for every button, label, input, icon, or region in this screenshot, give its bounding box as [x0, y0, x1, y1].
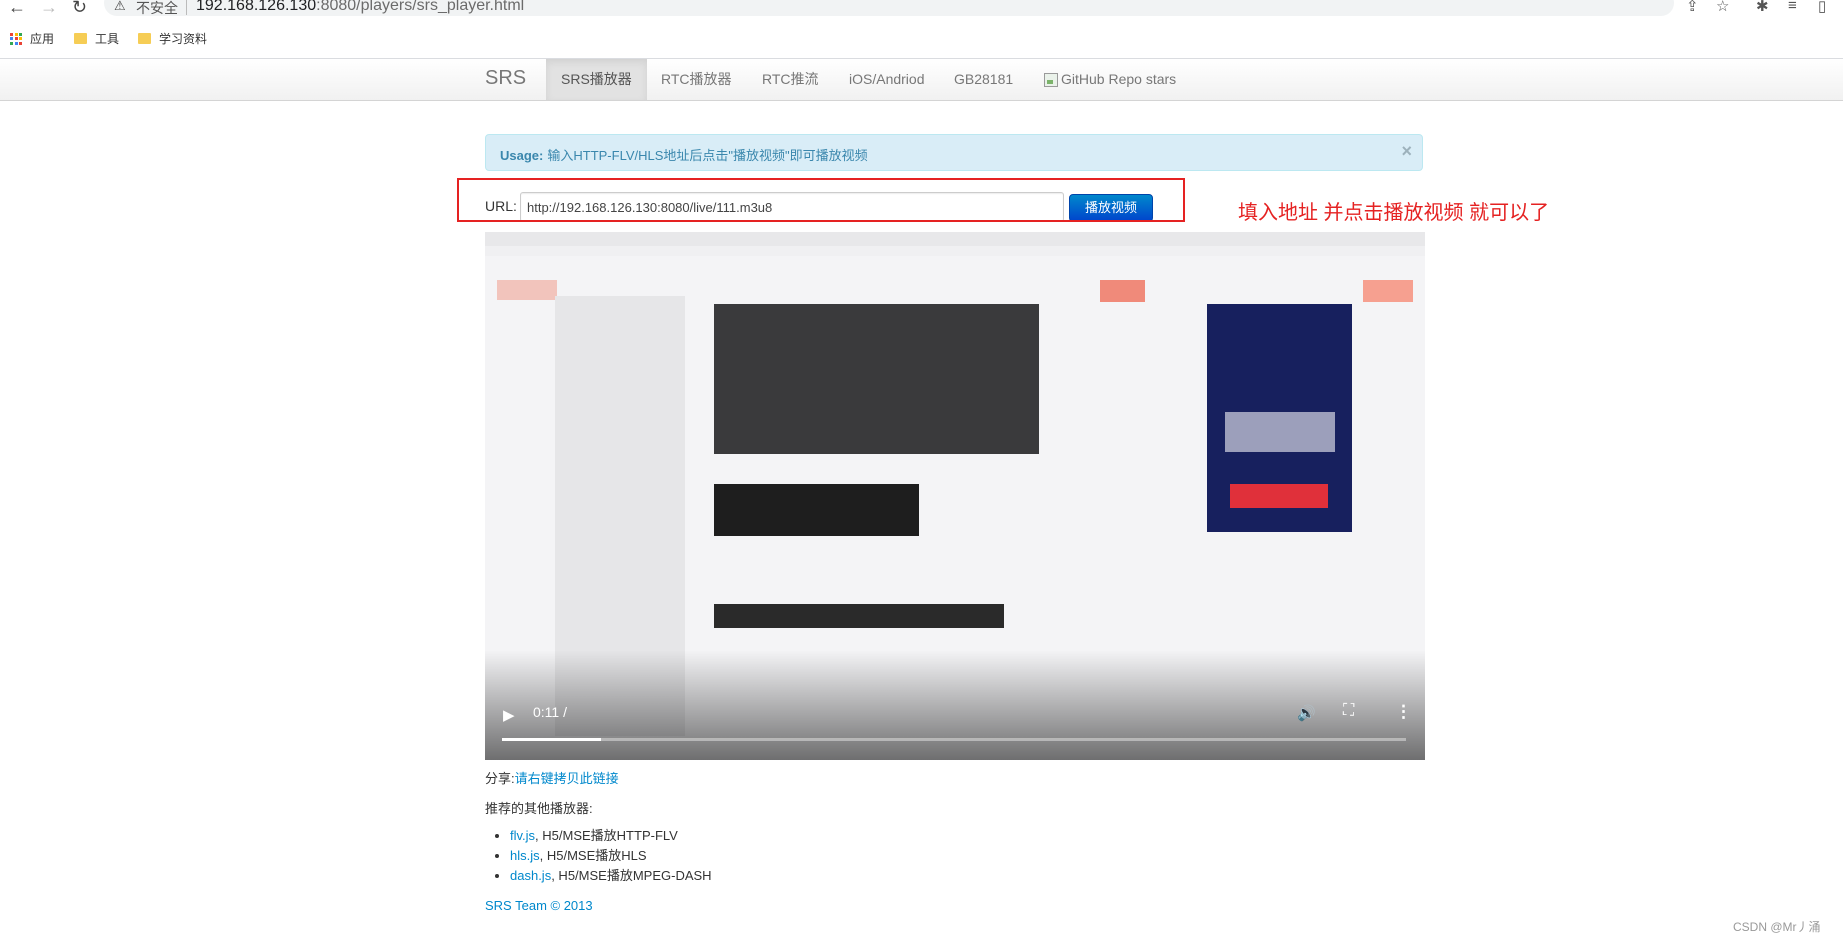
share-label: 分享: — [485, 771, 515, 786]
video-frame-block — [714, 484, 919, 536]
video-frame-block — [1100, 280, 1145, 302]
recommend-link-dashjs[interactable]: dash.js — [510, 868, 551, 883]
reading-list-icon[interactable]: ≡ — [1788, 0, 1797, 14]
bookmark-tools[interactable]: 工具 — [74, 30, 119, 47]
broken-image-icon — [1044, 72, 1058, 87]
bookmark-label: 学习资料 — [159, 32, 208, 46]
sidebar-icon[interactable]: ▯ — [1818, 0, 1826, 15]
nav-rtc-publish[interactable]: RTC推流 — [747, 59, 834, 100]
github-stars-alt: GitHub Repo stars — [1061, 71, 1177, 87]
volume-icon[interactable]: 🔊 — [1297, 704, 1316, 722]
recommend-link-hlsjs[interactable]: hls.js — [510, 848, 540, 863]
recommend-list: flv.js, H5/MSE播放HTTP-FLV hls.js, H5/MSE播… — [492, 826, 712, 886]
back-icon[interactable]: ← — [8, 0, 26, 18]
video-time: 0:11 / — [533, 704, 567, 720]
list-item: dash.js, H5/MSE播放MPEG-DASH — [510, 866, 712, 886]
alert-text: 输入HTTP-FLV/HLS地址后点击"播放视频"即可播放视频 — [547, 148, 868, 163]
video-frame-bar — [485, 246, 1425, 256]
nav-ios-android[interactable]: iOS/Andriod — [834, 59, 939, 100]
video-frame-block — [497, 280, 557, 300]
recommend-title: 推荐的其他播放器: — [485, 801, 593, 816]
recommend-desc: , H5/MSE播放MPEG-DASH — [551, 868, 712, 883]
video-player[interactable]: ▶ 0:11 / 🔊 ⛶ ⋮ — [485, 232, 1425, 760]
video-frame-block — [714, 604, 1004, 628]
browser-toolbar: ← → ↻ ⚠ 不安全 192.168.126.130:8080/players… — [0, 0, 1843, 18]
video-progress-fill — [502, 738, 602, 741]
bookmark-label: 工具 — [95, 32, 120, 46]
address-url[interactable]: 192.168.126.130:8080/players/srs_player.… — [196, 0, 524, 15]
video-frame-bar — [485, 232, 1425, 246]
list-item: flv.js, H5/MSE播放HTTP-FLV — [510, 826, 712, 846]
alert-title: Usage: — [500, 148, 544, 163]
folder-icon — [138, 33, 151, 44]
recommend-desc: , H5/MSE播放HTTP-FLV — [535, 828, 678, 843]
recommend-link-flvjs[interactable]: flv.js — [510, 828, 535, 843]
brand[interactable]: SRS — [485, 67, 526, 90]
video-frame-block — [714, 304, 1039, 454]
nav-rtc-player[interactable]: RTC播放器 — [646, 59, 747, 100]
navbar: SRS SRS播放器 RTC播放器 RTC推流 iOS/Andriod GB28… — [0, 59, 1843, 101]
video-frame-block — [1363, 280, 1413, 302]
recommend-desc: , H5/MSE播放HLS — [539, 848, 647, 863]
share-icon[interactable]: ⇪ — [1686, 0, 1699, 15]
footer-link[interactable]: SRS Team © 2013 — [485, 898, 593, 913]
list-item: hls.js, H5/MSE播放HLS — [510, 846, 712, 866]
fullscreen-icon[interactable]: ⛶ — [1343, 702, 1354, 720]
extensions-icon[interactable]: ✱ — [1756, 0, 1769, 15]
video-progress-bar[interactable] — [502, 738, 1406, 741]
forward-icon[interactable]: → — [40, 0, 58, 18]
bookmark-study[interactable]: 学习资料 — [138, 30, 207, 47]
reload-icon[interactable]: ↻ — [72, 0, 87, 18]
share-link[interactable]: 请右键拷贝此链接 — [515, 771, 619, 786]
bookmark-label: 应用 — [30, 32, 55, 46]
url-host: 192.168.126.130 — [196, 0, 317, 14]
watermark: CSDN @Mr丿涌 — [1733, 920, 1821, 934]
video-controls-overlay — [485, 650, 1425, 760]
video-frame-block — [1230, 484, 1328, 508]
close-icon[interactable]: × — [1401, 139, 1412, 163]
play-icon[interactable]: ▶ — [503, 706, 515, 724]
usage-alert: Usage: 输入HTTP-FLV/HLS地址后点击"播放视频"即可播放视频 × — [485, 134, 1423, 171]
nav-gb28181[interactable]: GB28181 — [939, 59, 1028, 100]
video-frame-block — [1225, 412, 1335, 452]
more-options-icon[interactable]: ⋮ — [1395, 702, 1412, 722]
nav-github-stars[interactable]: GitHub Repo stars — [1029, 59, 1191, 100]
bookmark-apps[interactable]: 应用 — [10, 30, 54, 47]
star-icon[interactable]: ☆ — [1716, 0, 1729, 15]
address-divider — [186, 0, 187, 15]
warning-icon[interactable]: ⚠ — [114, 0, 126, 14]
not-secure-label: 不安全 — [136, 0, 178, 16]
nav-srs-player[interactable]: SRS播放器 — [546, 59, 647, 100]
folder-icon — [74, 33, 87, 44]
share-row: 分享:请右键拷贝此链接 — [485, 768, 619, 787]
url-path: :8080/players/srs_player.html — [316, 0, 525, 14]
bookmarks-bar: 应用 工具 学习资料 — [0, 26, 1843, 50]
apps-grid-icon — [10, 32, 22, 45]
annotation-box — [457, 178, 1185, 222]
annotation-text: 填入地址 并点击播放视频 就可以了 — [1238, 202, 1550, 224]
